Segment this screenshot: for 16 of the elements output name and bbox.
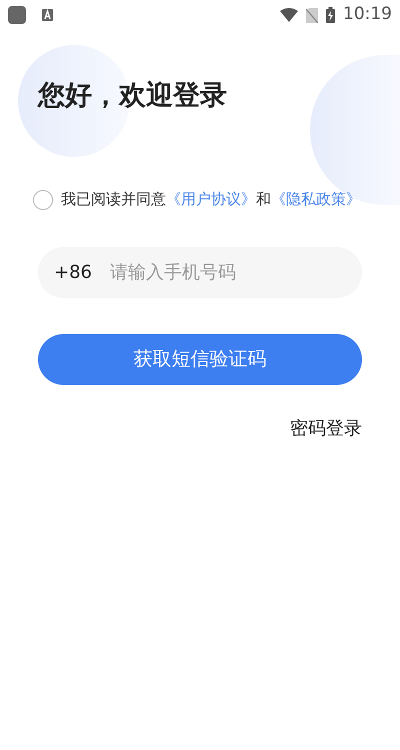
clock-time: 10:19 [343,3,392,26]
agreement-link[interactable]: 《隐私政策》 [271,190,361,208]
agreement-text: 我已阅读并同意《用户协议》和《隐私政策》 [61,189,361,210]
keyboard-a-icon [42,9,53,21]
welcome-title: 您好，欢迎登录 [38,80,227,112]
no-sim-icon [306,8,318,22]
phone-input-field[interactable]: 请输入手机号码 [108,258,308,287]
get-sms-code-button[interactable]: 获取短信验证码 [38,334,362,385]
wifi-icon [280,8,298,22]
agreement-link[interactable]: 《用户协议》 [166,190,256,208]
phone-field[interactable]: +86 请输入手机号码 [38,246,362,298]
app-icon [8,6,26,24]
battery-charging-icon [326,7,335,23]
agreement-radio[interactable] [33,190,53,210]
country-code[interactable]: +86 [54,258,92,286]
password-login-link[interactable]: 密码登录 [290,414,362,442]
